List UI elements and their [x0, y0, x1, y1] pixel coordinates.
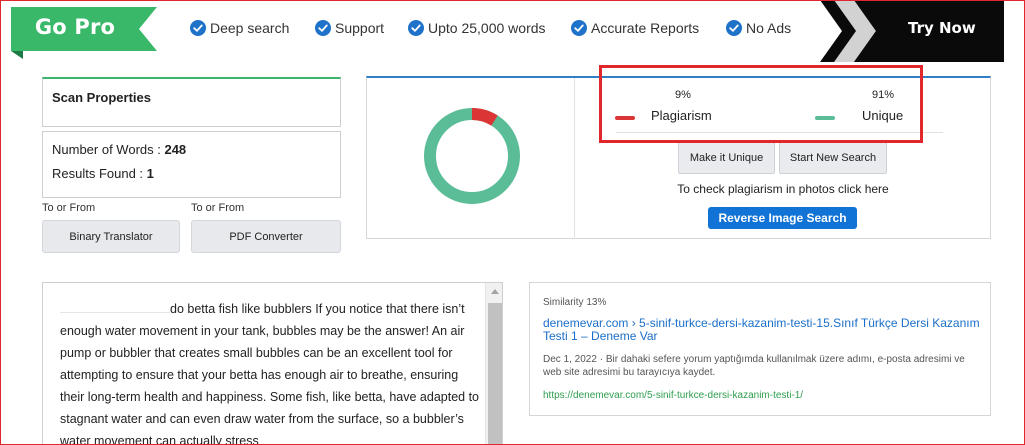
- word-count: Number of Words : 248: [52, 142, 186, 157]
- try-now-button[interactable]: Try Now: [820, 0, 1004, 62]
- scroll-up-arrow-icon[interactable]: [491, 289, 499, 294]
- feature-label: Upto 25,000 words: [428, 20, 546, 36]
- word-count-label: Number of Words :: [52, 142, 165, 157]
- results-found-label: Results Found :: [52, 166, 147, 181]
- scan-stats: Number of Words : 248 Results Found : 1: [42, 131, 341, 198]
- similarity-description: Dec 1, 2022 · Bir dahaki sefere yorum ya…: [543, 354, 965, 378]
- results-found-value: 1: [146, 166, 154, 181]
- checked-text: do betta fish like bubblers If you notic…: [60, 298, 485, 445]
- results-found: Results Found : 1: [52, 166, 154, 181]
- pdf-converter-button[interactable]: PDF Converter: [191, 220, 341, 253]
- text-highlight-gap: [60, 301, 170, 313]
- check-circle-icon: [726, 20, 742, 36]
- feature-no-ads: No Ads: [726, 18, 791, 38]
- feature-accurate-reports: Accurate Reports: [571, 18, 699, 38]
- feature-label: Support: [335, 20, 385, 36]
- tool-to-from-label: To or From: [42, 202, 96, 214]
- similarity-source-link[interactable]: denemevar.com › 5-sinif-turkce-dersi-kaz…: [543, 317, 983, 343]
- checked-text-content: do betta fish like bubblers If you notic…: [60, 302, 480, 445]
- binary-translator-button[interactable]: Binary Translator: [42, 220, 180, 253]
- photo-check-note: To check plagiarism in photos click here: [677, 182, 889, 196]
- donut-unique-segment: [424, 108, 520, 204]
- plagiarism-donut-chart: [424, 108, 520, 204]
- check-circle-icon: [315, 20, 331, 36]
- go-pro-label: Go Pro: [34, 15, 116, 39]
- start-new-search-button[interactable]: Start New Search: [779, 142, 887, 174]
- feature-support: Support: [315, 18, 384, 38]
- feature-label: Accurate Reports: [591, 20, 700, 36]
- similarity-panel: Similarity 13% denemevar.com › 5-sinif-t…: [529, 282, 991, 416]
- go-pro-badge[interactable]: Go Pro: [11, 7, 157, 59]
- feature-label: Deep search: [210, 20, 290, 36]
- scan-properties-header: Scan Properties: [42, 77, 341, 127]
- feature-word-limit: Upto 25,000 words: [408, 18, 546, 38]
- scan-properties-title: Scan Properties: [52, 90, 151, 105]
- promo-bar: Go Pro Deep search Support Upto 25,000 w…: [0, 0, 1025, 62]
- reverse-image-search-button[interactable]: Reverse Image Search: [708, 207, 857, 229]
- scroll-thumb[interactable]: [488, 303, 502, 445]
- check-circle-icon: [408, 20, 424, 36]
- check-circle-icon: [190, 20, 206, 36]
- feature-label: No Ads: [746, 20, 792, 36]
- check-circle-icon: [571, 20, 587, 36]
- highlight-box: [599, 65, 923, 143]
- result-divider: [574, 78, 575, 239]
- make-unique-button[interactable]: Make it Unique: [678, 142, 775, 174]
- word-count-value: 248: [164, 142, 187, 157]
- similarity-url[interactable]: https://denemevar.com/5-sinif-turkce-der…: [543, 390, 803, 401]
- feature-deep-search: Deep search: [190, 18, 289, 38]
- similarity-title: Similarity 13%: [543, 297, 607, 308]
- checked-text-panel[interactable]: do betta fish like bubblers If you notic…: [42, 282, 503, 445]
- text-scrollbar[interactable]: [485, 283, 502, 445]
- tool-to-from-label: To or From: [191, 202, 245, 214]
- try-now-label: Try Now: [908, 19, 976, 37]
